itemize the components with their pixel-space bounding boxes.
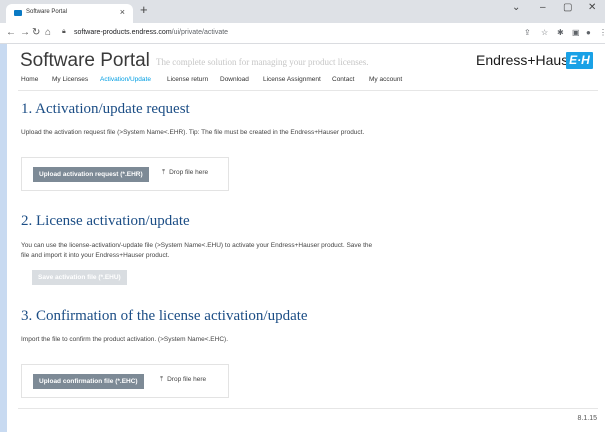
company-logo-icon: E·H — [566, 52, 593, 69]
section-3-drop-label: Drop file here — [167, 376, 207, 383]
upload-confirmation-file-button[interactable]: Upload confirmation file (*.EHC) — [33, 374, 144, 389]
browser-tab-bar: Software Portal × + ⌄ – ▢ ✕ — [0, 0, 605, 23]
page: Software Portal The complete solution fo… — [0, 44, 605, 432]
brand-title: Software Portal — [20, 50, 150, 71]
tab-close-icon[interactable]: × — [120, 7, 125, 17]
share-icon[interactable]: ⇪ — [524, 28, 531, 37]
tab-title: Software Portal — [26, 9, 68, 15]
more-menu-icon[interactable]: ⋮ — [599, 28, 605, 37]
nav-download[interactable]: Download — [220, 76, 249, 83]
footer-divider — [18, 408, 598, 409]
nav-activation-update[interactable]: Activation/Update — [100, 76, 151, 83]
section-3-title: 3. Confirmation of the license activatio… — [21, 308, 308, 324]
home-icon[interactable]: ⌂ — [45, 27, 51, 38]
brand-tagline: The complete solution for managing your … — [156, 57, 369, 67]
section-1-drop-zone[interactable]: ⤒ Drop file here — [162, 169, 208, 177]
section-1-drop-label: Drop file here — [169, 169, 209, 176]
lock-icon: 🔒︎ — [62, 28, 66, 35]
upload-activation-request-button[interactable]: Upload activation request (*.EHR) — [33, 167, 149, 182]
nav-license-assignment[interactable]: License Assignment — [263, 76, 321, 83]
browser-tab[interactable]: Software Portal × — [6, 4, 133, 23]
url-host: software-products.endress.com — [74, 29, 172, 36]
profile-icon[interactable]: ● — [586, 28, 591, 37]
upload-arrow-icon: ⤒ — [162, 169, 166, 176]
section-1-text: Upload the activation request file (>Sys… — [21, 129, 365, 136]
back-icon[interactable]: ← — [6, 27, 16, 38]
tab-search-chevron-icon[interactable]: ⌄ — [512, 2, 520, 13]
section-2-text: You can use the license-activation/-upda… — [21, 242, 373, 259]
section-1-title: 1. Activation/update request — [21, 101, 190, 117]
save-activation-file-button[interactable]: Save activation file (*.EHU) — [32, 270, 127, 285]
reload-icon[interactable]: ↻ — [32, 27, 40, 38]
section-1-upload-box: Upload activation request (*.EHR) ⤒ Drop … — [21, 157, 229, 191]
extensions-icon[interactable]: ✱ — [557, 28, 564, 37]
new-tab-icon[interactable]: + — [140, 2, 148, 17]
url-text: software-products.endress.com/ui/private… — [74, 29, 228, 36]
nav-contact[interactable]: Contact — [332, 76, 354, 83]
version-label: 8.1.15 — [577, 415, 597, 422]
side-panel-icon[interactable]: ▣ — [572, 28, 580, 37]
address-bar-row: ← → ↻ ⌂ 🔒︎ software-products.endress.com… — [0, 23, 605, 44]
forward-icon[interactable]: → — [20, 27, 30, 38]
section-3-text: Import the file to confirm the product a… — [21, 336, 228, 343]
window-restore-icon[interactable]: ▢ — [563, 2, 572, 13]
nav-license-return[interactable]: License return — [167, 76, 208, 83]
nav-my-licenses[interactable]: My Licenses — [52, 76, 88, 83]
section-3-upload-box: Upload confirmation file (*.EHC) ⤒ Drop f… — [21, 364, 229, 398]
nav-home[interactable]: Home — [21, 76, 38, 83]
nav-divider — [18, 90, 598, 91]
section-3-drop-zone[interactable]: ⤒ Drop file here — [160, 376, 206, 384]
site-favicon-icon — [14, 10, 22, 16]
url-omnibox[interactable]: 🔒︎ software-products.endress.com/ui/priv… — [56, 26, 516, 41]
url-path: /ui/private/activate — [171, 29, 229, 36]
nav-my-account[interactable]: My account — [369, 76, 402, 83]
upload-arrow-icon: ⤒ — [160, 376, 164, 383]
window-close-icon[interactable]: ✕ — [588, 2, 596, 13]
section-2-title: 2. License activation/update — [21, 213, 190, 229]
left-accent-bar — [0, 44, 7, 432]
company-name: Endress+Hauser — [476, 52, 581, 68]
bookmark-star-icon[interactable]: ☆ — [541, 28, 548, 37]
window-minimize-icon[interactable]: – — [540, 2, 546, 13]
